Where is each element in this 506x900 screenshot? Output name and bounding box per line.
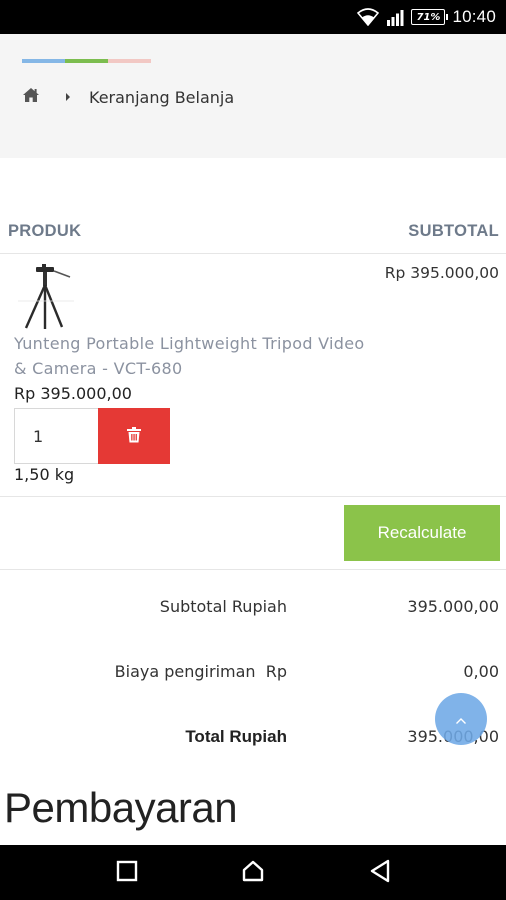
battery-icon: 71% [411, 9, 449, 25]
shipping-label: Biaya pengiriman Rp [114, 662, 287, 681]
back-button[interactable] [350, 845, 410, 900]
product-weight: 1,50 kg [14, 465, 75, 484]
tripod-image[interactable] [14, 263, 76, 331]
delete-item-button[interactable] [98, 408, 170, 464]
scroll-top-button[interactable] [435, 693, 487, 745]
item-subtotal: Rp 395.000,00 [384, 264, 499, 282]
stripe-pink [108, 59, 151, 63]
home-icon[interactable] [22, 87, 40, 107]
back-icon [369, 859, 391, 887]
page-header: Keranjang Belanja [0, 34, 506, 158]
payment-heading: Pembayaran [4, 784, 238, 831]
subtotal-label: Subtotal Rupiah [159, 597, 287, 616]
status-icons: 71% 10:40 [357, 0, 496, 34]
total-label: Total Rupiah [185, 727, 287, 746]
trash-icon [127, 426, 141, 446]
header-subtotal: SUBTOTAL [408, 222, 499, 240]
product-price: Rp 395.000,00 [14, 384, 132, 403]
subtotal-value: 395.000,00 [407, 597, 499, 616]
brand-stripes [22, 59, 151, 63]
shipping-value: 0,00 [463, 662, 499, 681]
cart-item-row: Rp 395.000,00 Yunteng Portable Lightweig… [0, 255, 506, 497]
quantity-input[interactable] [14, 408, 98, 464]
product-name-link[interactable]: Yunteng Portable Lightweight Tripod Vide… [14, 331, 374, 381]
breadcrumb-current: Keranjang Belanja [89, 87, 235, 107]
signal-icon [386, 9, 404, 26]
recents-button[interactable] [97, 845, 157, 900]
wifi-icon [357, 8, 380, 26]
cart-table-header: PRODUK SUBTOTAL [0, 218, 506, 254]
stripe-blue [22, 59, 65, 63]
recalculate-button[interactable]: Recalculate [344, 505, 500, 561]
home-nav-button[interactable] [223, 845, 283, 900]
chevron-up-icon [455, 710, 467, 729]
home-nav-icon [241, 859, 265, 887]
breadcrumb: Keranjang Belanja [22, 86, 234, 108]
header-produk: PRODUK [8, 222, 82, 240]
android-nav-bar [0, 845, 506, 900]
caret-right-icon [66, 93, 70, 101]
clock: 10:40 [452, 7, 496, 26]
battery-level: 71% [416, 11, 441, 23]
recents-icon [116, 860, 138, 886]
stripe-green [65, 59, 108, 63]
recalculate-row: Recalculate [0, 497, 506, 570]
status-bar: 71% 10:40 [0, 0, 506, 34]
